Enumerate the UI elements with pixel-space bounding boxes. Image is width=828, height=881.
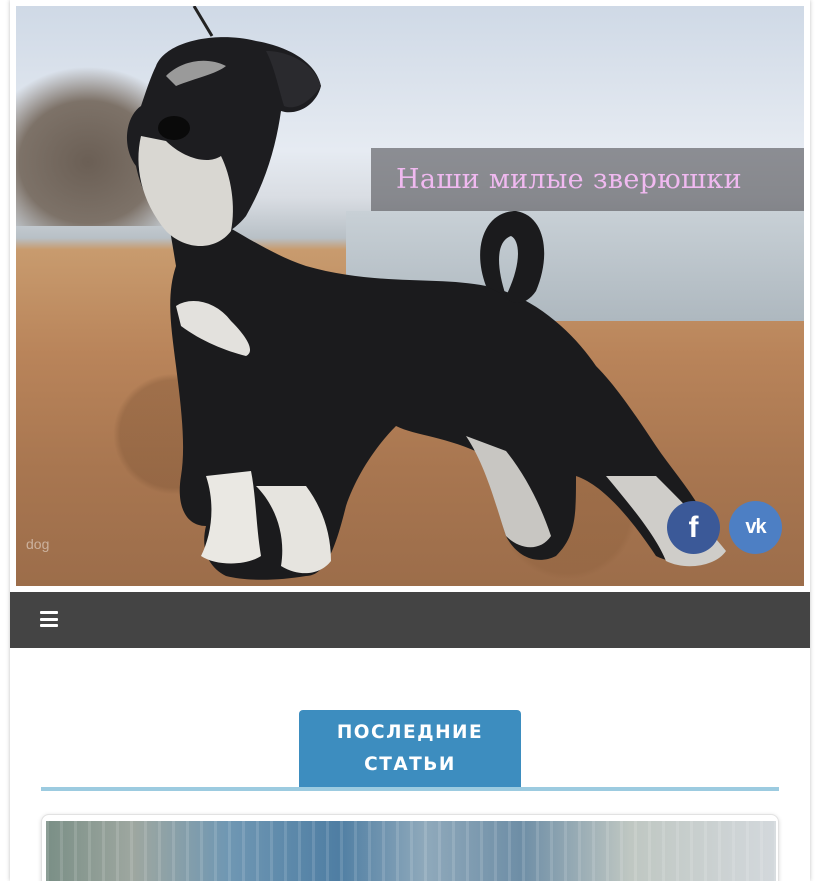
section-heading-tab: ПОСЛЕДНИЕ СТАТЬИ [299,710,521,788]
vk-icon[interactable]: vk [729,501,782,554]
site-title: Наши милые зверюшки [396,164,742,195]
facebook-icon[interactable]: f [667,501,720,554]
article-card[interactable] [41,814,779,881]
facebook-glyph: f [688,510,699,544]
article-thumbnail[interactable] [46,821,776,881]
vk-glyph: vk [745,516,766,538]
site-title-box: Наши милые зверюшки [371,148,804,211]
main-navbar [10,592,810,648]
section-divider [41,787,779,791]
dog-illustration [126,6,726,580]
page: Наши милые зверюшки dog f vk ПОСЛЕДНИЕ С… [10,0,810,881]
bars-icon[interactable] [40,611,58,627]
section-heading: ПОСЛЕДНИЕ СТАТЬИ [336,722,484,775]
header-image: Наши милые зверюшки dog f vk [16,6,804,586]
image-watermark: dog [26,536,50,552]
